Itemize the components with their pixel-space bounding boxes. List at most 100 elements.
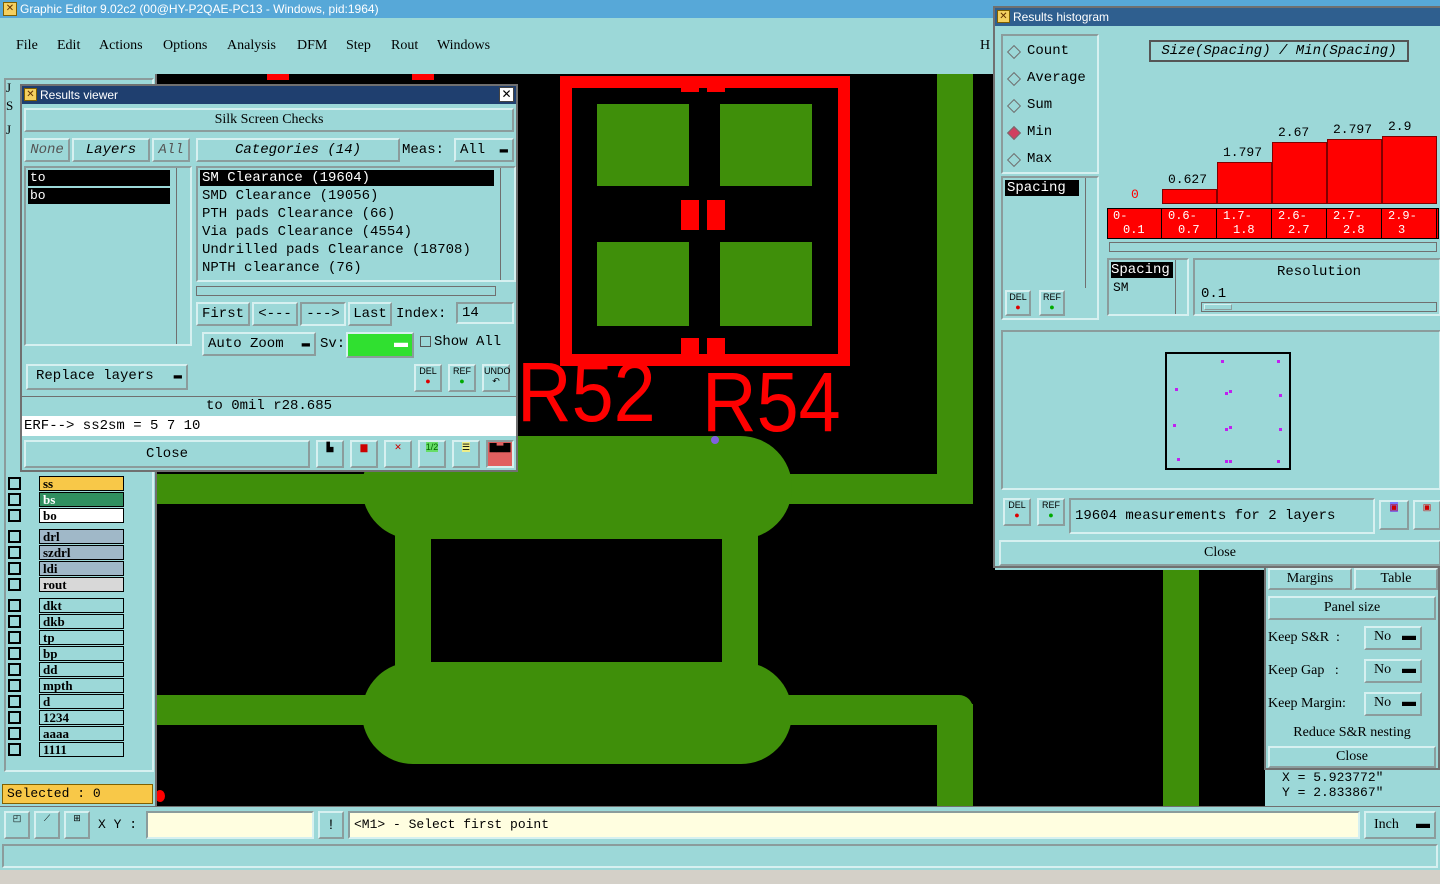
radio-icon[interactable] — [1006, 44, 1022, 60]
bin-label[interactable]: 0.6- 0.7 — [1162, 209, 1217, 238]
layer-checkbox[interactable] — [8, 647, 21, 660]
layer-name[interactable]: bp — [39, 646, 124, 661]
option-average[interactable]: Average — [1003, 69, 1097, 89]
layer-row-ldi[interactable]: ldi — [8, 561, 124, 576]
menu-analysis[interactable]: Analysis — [227, 38, 276, 54]
histogram-hscroll[interactable] — [1109, 242, 1437, 252]
undo-icon[interactable]: UNDO ↶ — [482, 364, 511, 392]
no-ref-icon[interactable]: ✕ — [384, 440, 412, 468]
layer-row-bp[interactable]: bp — [8, 646, 124, 661]
menu-edit[interactable]: Edit — [57, 38, 80, 54]
report-icon[interactable]: ☰ — [452, 440, 480, 468]
layer-item-bo[interactable]: bo — [28, 188, 170, 204]
layer-checkbox[interactable] — [8, 477, 21, 490]
layer-name[interactable]: ss — [39, 476, 124, 491]
last-button[interactable]: Last — [348, 302, 392, 326]
del-icon[interactable]: DEL ● — [414, 364, 442, 392]
layer-row-mpth[interactable]: mpth — [8, 678, 124, 693]
layer-checkbox[interactable] — [8, 493, 21, 506]
layer-row-ss[interactable]: ss — [8, 476, 124, 491]
categories-scrollbar[interactable] — [500, 168, 514, 280]
radio-icon[interactable] — [1006, 98, 1022, 114]
layer-name[interactable]: rout — [39, 577, 124, 592]
option-max[interactable]: Max — [1003, 150, 1097, 170]
histogram-bar[interactable] — [1327, 139, 1382, 204]
ref-icon[interactable]: REF ● — [448, 364, 476, 392]
layer-name[interactable]: bs — [39, 492, 124, 507]
next-button[interactable]: ---> — [300, 302, 346, 326]
layer-row-aaaa[interactable]: aaaa — [8, 726, 124, 741]
layer-checkbox[interactable] — [8, 599, 21, 612]
meas-select[interactable]: All ▬ — [454, 138, 514, 162]
layer-checkbox[interactable] — [8, 727, 21, 740]
layer-name[interactable]: mpth — [39, 678, 124, 693]
bin-label[interactable]: 2.9- 3 — [1382, 209, 1437, 238]
layer-checkbox[interactable] — [8, 695, 21, 708]
ref-icon[interactable]: REF ● — [1039, 290, 1065, 316]
spacing-item[interactable]: Spacing — [1005, 180, 1079, 196]
categories-hscroll[interactable] — [196, 286, 496, 296]
layer-name[interactable]: ldi — [39, 561, 124, 576]
category-item[interactable]: NPTH clearance (76) — [202, 260, 362, 276]
scrollbar[interactable] — [1175, 260, 1187, 314]
layer-row-1111[interactable]: 1111 — [8, 742, 124, 757]
prev-button[interactable]: <--- — [252, 302, 298, 326]
layer-name[interactable]: 1111 — [39, 742, 124, 757]
layer-checkbox[interactable] — [8, 509, 21, 522]
layer-checkbox[interactable] — [8, 578, 21, 591]
categories-button[interactable]: Categories (14) — [196, 138, 400, 162]
layer-checkbox[interactable] — [8, 562, 21, 575]
layer-name[interactable]: dkt — [39, 598, 124, 613]
spacing-scrollbar[interactable] — [1085, 178, 1097, 288]
close-icon[interactable]: ✕ — [499, 87, 514, 102]
auto-zoom-select[interactable]: Auto Zoom ▬ — [202, 332, 316, 356]
resolution-slider[interactable] — [1201, 302, 1437, 312]
zoom-icon[interactable]: ▣ — [1413, 500, 1440, 530]
bin-label[interactable]: 2.6- 2.7 — [1272, 209, 1327, 238]
all-button[interactable]: All — [152, 138, 190, 162]
category-item[interactable]: SM Clearance (19604) — [200, 170, 494, 186]
replace-layers-select[interactable]: Replace layers ▬ — [26, 364, 188, 390]
layer-name[interactable]: szdrl — [39, 545, 124, 560]
menu-dfm[interactable]: DFM — [297, 38, 327, 54]
menu-file[interactable]: File — [16, 38, 38, 54]
layer-name[interactable]: drl — [39, 529, 124, 544]
bin-label[interactable]: 2.7- 2.8 — [1327, 209, 1382, 238]
radio-icon[interactable] — [1006, 152, 1022, 168]
layer-checkbox[interactable] — [8, 530, 21, 543]
menu-step[interactable]: Step — [346, 38, 371, 54]
menu-actions[interactable]: Actions — [99, 38, 143, 54]
layer-name[interactable]: tp — [39, 630, 124, 645]
keep-sr-select[interactable]: No ▬ — [1364, 626, 1422, 650]
option-count[interactable]: Count — [1003, 42, 1097, 62]
index-input[interactable]: 14 — [456, 302, 514, 324]
layer-list-scrollbar[interactable] — [176, 168, 190, 344]
histogram-bar[interactable] — [1382, 136, 1437, 204]
layer-row-tp[interactable]: tp — [8, 630, 124, 645]
histogram-close-button[interactable]: Close — [999, 540, 1440, 566]
radio-icon[interactable] — [1006, 71, 1022, 87]
bin-label[interactable]: 0- 0.1 — [1107, 209, 1162, 238]
menu-rout[interactable]: Rout — [391, 38, 418, 54]
category-item[interactable]: SMD Clearance (19056) — [202, 188, 378, 204]
margins-button[interactable]: Margins — [1268, 568, 1352, 590]
export-icon[interactable]: ▣ — [1379, 500, 1409, 530]
grid-tool-icon[interactable]: ⊞ — [64, 811, 90, 839]
layer-checkbox[interactable] — [8, 631, 21, 644]
layer-row-szdrl[interactable]: szdrl — [8, 545, 124, 560]
layer-row-dkt[interactable]: dkt — [8, 598, 124, 613]
layer-checkbox[interactable] — [8, 546, 21, 559]
panel-close-button[interactable]: Close — [1268, 746, 1436, 768]
layer-row-rout[interactable]: rout — [8, 577, 124, 592]
panel-size-button[interactable]: Panel size — [1268, 596, 1436, 620]
table-button[interactable]: Table — [1354, 568, 1438, 590]
del-icon[interactable]: DEL ● — [1005, 290, 1031, 316]
layer-row-bs[interactable]: bs — [8, 492, 124, 507]
none-button[interactable]: None — [24, 138, 70, 162]
compare-icon[interactable]: 1/2 — [418, 440, 446, 468]
radio-icon[interactable] — [1006, 125, 1022, 141]
layer-row-d[interactable]: d — [8, 694, 124, 709]
histogram-bar[interactable] — [1272, 142, 1327, 204]
layer-row-dkb[interactable]: dkb — [8, 614, 124, 629]
layer-name[interactable]: bo — [39, 508, 124, 523]
